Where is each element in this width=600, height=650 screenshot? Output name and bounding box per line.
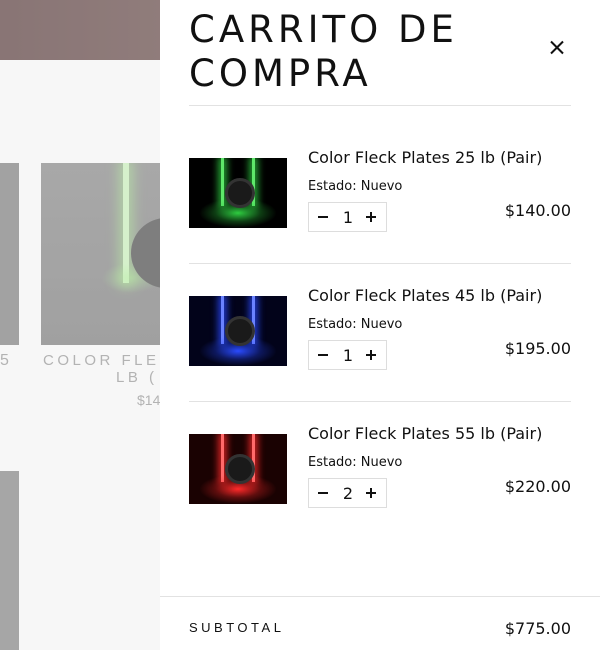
item-condition: Estado: Nuevo	[308, 317, 403, 332]
item-condition: Estado: Nuevo	[308, 179, 403, 194]
product-thumbnail	[189, 434, 287, 504]
plus-icon[interactable]	[366, 349, 378, 361]
cart-item: Color Fleck Plates 45 lb (Pair) Estado: …	[189, 286, 571, 386]
divider	[189, 401, 571, 402]
quantity-value: 2	[342, 484, 354, 503]
close-icon[interactable]	[547, 38, 567, 58]
minus-icon[interactable]	[318, 492, 328, 494]
item-name[interactable]: Color Fleck Plates 25 lb (Pair)	[308, 148, 542, 167]
item-condition: Estado: Nuevo	[308, 455, 403, 470]
item-price: $140.00	[504, 201, 571, 220]
cart-drawer: CARRITO DE COMPRA Color Fleck Plates 25 …	[160, 0, 600, 650]
cart-item: Color Fleck Plates 55 lb (Pair) Estado: …	[189, 424, 571, 524]
product-thumbnail	[189, 158, 287, 228]
minus-icon[interactable]	[318, 354, 328, 356]
cart-title: CARRITO DE COMPRA	[189, 8, 458, 95]
cart-item: Color Fleck Plates 25 lb (Pair) Estado: …	[189, 148, 571, 248]
quantity-stepper: 1	[308, 340, 387, 370]
quantity-stepper: 1	[308, 202, 387, 232]
plus-icon[interactable]	[366, 211, 378, 223]
item-price: $220.00	[504, 477, 571, 496]
item-name[interactable]: Color Fleck Plates 45 lb (Pair)	[308, 286, 542, 305]
divider	[160, 596, 600, 597]
subtotal-value: $775.00	[504, 619, 571, 638]
item-name[interactable]: Color Fleck Plates 55 lb (Pair)	[308, 424, 542, 443]
item-price: $195.00	[504, 339, 571, 358]
product-thumbnail	[189, 296, 287, 366]
plus-icon[interactable]	[366, 487, 378, 499]
divider	[189, 105, 571, 106]
minus-icon[interactable]	[318, 216, 328, 218]
quantity-value: 1	[342, 208, 354, 227]
divider	[189, 263, 571, 264]
quantity-stepper: 2	[308, 478, 387, 508]
quantity-value: 1	[342, 346, 354, 365]
subtotal-label: SUBTOTAL	[189, 620, 285, 635]
